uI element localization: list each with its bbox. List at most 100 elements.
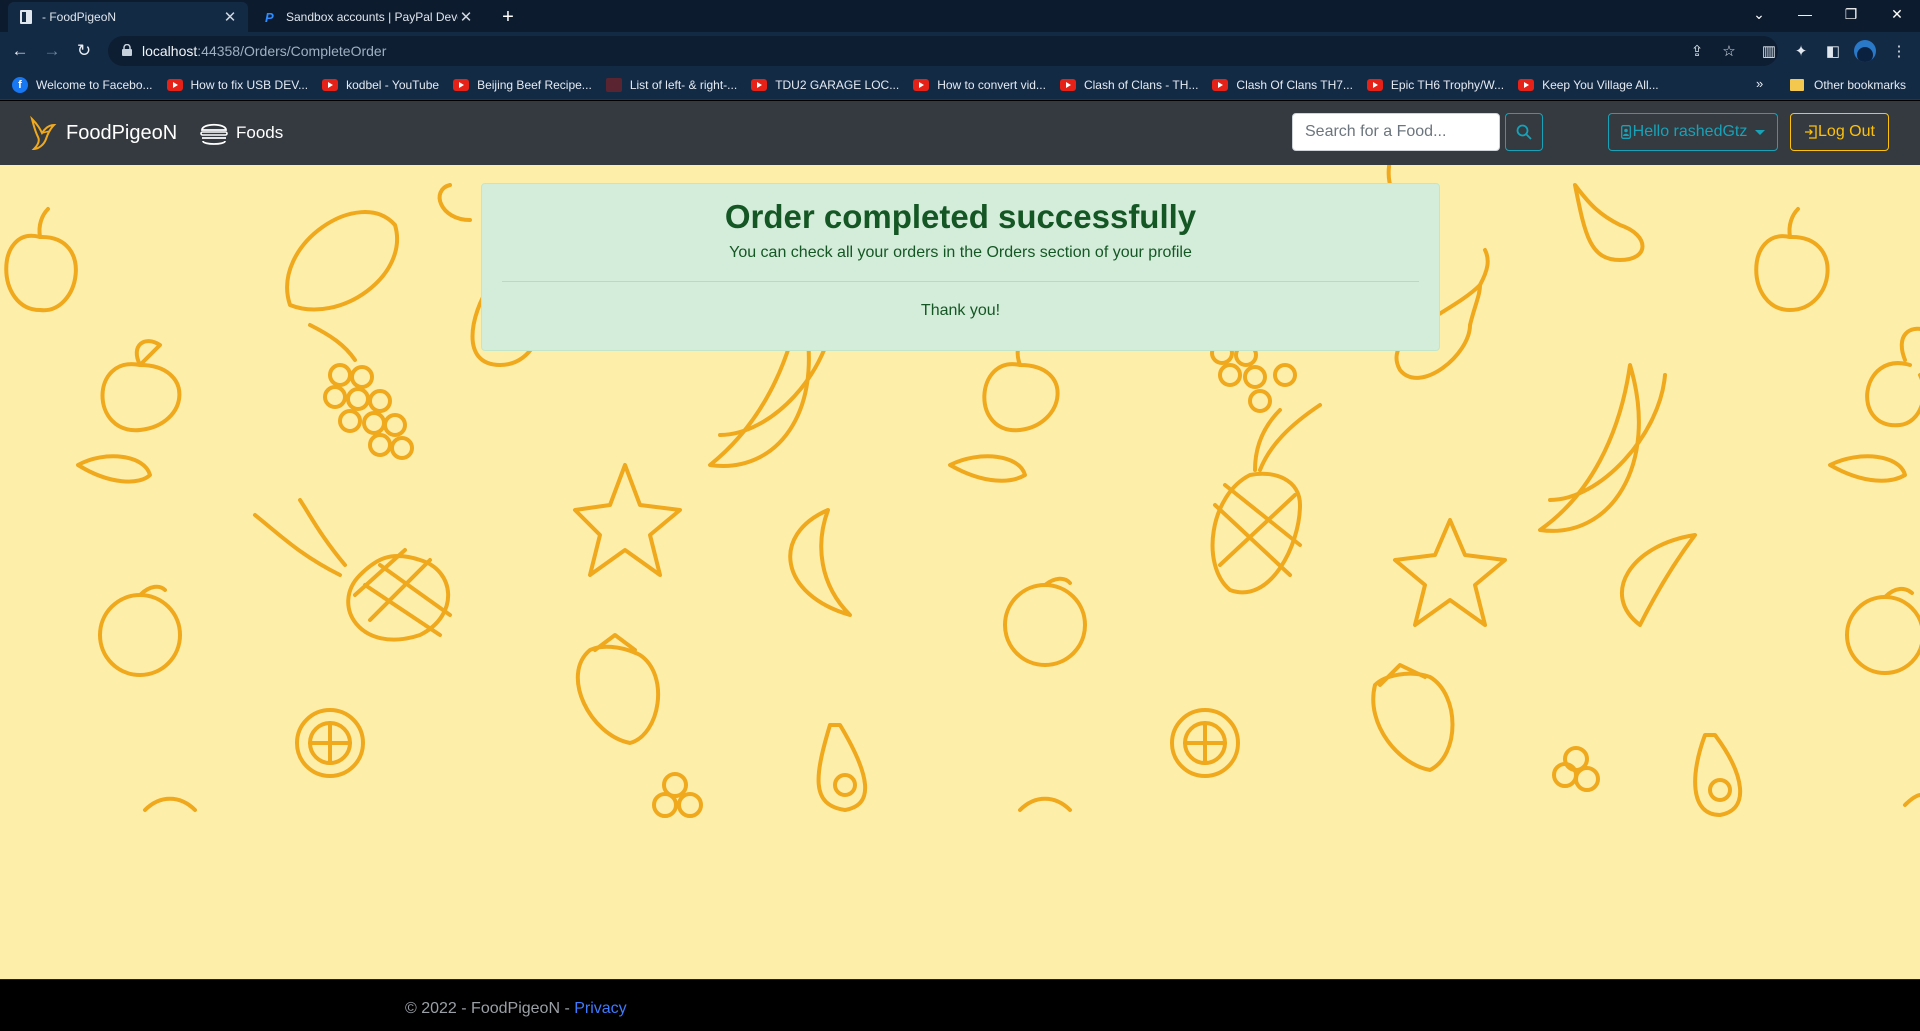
url-path: :44358/Orders/CompleteOrder <box>197 43 387 59</box>
forward-arrow-icon[interactable]: → <box>38 37 66 65</box>
facebook-icon: f <box>12 76 28 93</box>
orange-icon <box>98 584 182 677</box>
side-panel-icon[interactable]: ◧ <box>1822 41 1844 63</box>
divider <box>502 281 1419 282</box>
footer-text: © 2022 - FoodPigeoN - Privacy <box>405 1000 627 1018</box>
bookmark-item[interactable]: List of left- & right-... <box>605 77 738 92</box>
success-alert: Order completed successfully You can che… <box>481 183 1440 351</box>
address-bar[interactable]: localhost:44358/Orders/CompleteOrder <box>108 36 1778 66</box>
other-bookmarks-label: Other bookmarks <box>1814 78 1907 92</box>
url-host: localhost <box>142 43 198 59</box>
bookmark-item[interactable]: Clash of Clans - TH... <box>1059 78 1198 92</box>
bookmark-item[interactable]: Keep You Village All... <box>1518 78 1659 92</box>
game-icon <box>605 77 622 92</box>
lock-icon <box>122 43 132 59</box>
youtube-icon <box>751 78 768 91</box>
site-navbar: FoodPigeoN Foods Hello rashedGtz Log Out <box>0 101 1920 165</box>
orange-slice-icon <box>948 454 1027 483</box>
bookmark-label: List of left- & right-... <box>629 77 738 92</box>
star-icon[interactable]: ☆ <box>1718 41 1740 63</box>
brand-link[interactable]: FoodPigeoN <box>28 115 177 151</box>
bookmark-label: Keep You Village All... <box>1542 77 1659 92</box>
caret-down-icon <box>1755 129 1766 135</box>
bookmark-label: Welcome to Facebo... <box>36 77 153 92</box>
bookmark-label: Epic TH6 Trophy/W... <box>1390 77 1505 92</box>
privacy-link[interactable]: Privacy <box>574 1000 626 1017</box>
paypal-icon: P <box>262 9 278 25</box>
search-button[interactable] <box>1505 113 1543 151</box>
user-dropdown-button[interactable]: Hello rashedGtz <box>1608 113 1778 151</box>
main-content: Order completed successfully You can che… <box>0 165 1920 979</box>
bookmark-item[interactable]: TDU2 GARAGE LOC... <box>751 78 899 92</box>
peach-icon <box>100 339 182 433</box>
pear-icon <box>1573 183 1645 262</box>
bookmark-item[interactable]: How to convert vid... <box>913 78 1046 92</box>
orange-slice-icon <box>76 454 152 484</box>
pineapple-icon <box>253 498 452 642</box>
tab-title: Sandbox accounts | PayPal Devel <box>286 10 458 24</box>
bookmark-item[interactable]: kodbel - YouTube <box>322 78 439 92</box>
apple-icon <box>1754 207 1830 312</box>
nav-foods-link[interactable]: Foods <box>198 117 283 149</box>
apple-icon <box>4 207 78 313</box>
thank-you-text: Thank you! <box>920 302 1001 319</box>
strawberry-icon <box>1371 663 1455 772</box>
bookmark-item[interactable]: Epic TH6 Trophy/W... <box>1366 77 1505 92</box>
browser-tab-foodpigeon[interactable]: - FoodPigeoN ✕ <box>8 2 248 32</box>
bookmark-label: Clash Of Clans TH7... <box>1236 77 1353 92</box>
citrus-slice-icon <box>295 708 365 778</box>
search-input[interactable] <box>1292 113 1500 151</box>
back-arrow-icon[interactable]: ← <box>6 37 34 65</box>
berries-icon <box>1552 746 1600 792</box>
menu-dots-icon[interactable]: ⋮ <box>1888 41 1910 63</box>
avocado-icon <box>1693 733 1743 817</box>
youtube-icon <box>1059 78 1076 91</box>
melon-slice-icon <box>1620 533 1697 627</box>
pineapple-icon <box>1210 403 1322 595</box>
youtube-icon <box>322 78 339 91</box>
logout-label: Log Out <box>1818 123 1875 140</box>
orange-icon <box>1845 586 1920 675</box>
youtube-icon <box>913 78 930 91</box>
alert-title: Order completed successfully <box>724 198 1197 235</box>
folder-icon <box>1790 79 1804 91</box>
new-tab-button[interactable]: + <box>494 4 522 30</box>
youtube-icon <box>166 78 183 91</box>
logout-button[interactable]: Log Out <box>1790 113 1889 151</box>
minimize-button[interactable]: — <box>1782 0 1828 30</box>
tab-search-icon[interactable]: ⌄ <box>1736 0 1782 30</box>
nav-foods-label: Foods <box>236 123 284 142</box>
avatar[interactable] <box>1854 40 1876 62</box>
bookmark-item[interactable]: f Welcome to Facebo... <box>12 76 153 93</box>
bookmarks-overflow-button[interactable]: » <box>1756 76 1763 91</box>
browser-toolbar: ← → ↻ localhost:44358/Orders/CompleteOrd… <box>0 32 1920 70</box>
logout-icon <box>1805 125 1817 139</box>
bookmarks-bar: f Welcome to Facebo... How to fix USB DEV… <box>0 70 1920 100</box>
citrus-slice-icon <box>1170 708 1240 778</box>
lemon-icon <box>285 210 399 312</box>
berries-icon <box>652 772 703 818</box>
other-bookmarks[interactable]: Other bookmarks <box>1790 70 1906 100</box>
pigeon-logo-icon <box>30 115 57 151</box>
puzzle-icon[interactable]: ✦ <box>1790 41 1812 63</box>
user-badge-icon <box>1620 125 1631 139</box>
avocado-icon <box>816 723 868 812</box>
close-window-button[interactable]: ✕ <box>1874 0 1920 30</box>
bookmark-item[interactable]: Clash Of Clans TH7... <box>1212 77 1353 92</box>
bookmark-item[interactable]: How to fix USB DEV... <box>166 78 308 92</box>
bookmark-item[interactable]: Beijing Beef Recipe... <box>453 78 592 92</box>
browser-tab-bar: - FoodPigeoN ✕ P Sandbox accounts | PayP… <box>0 0 1920 32</box>
youtube-icon <box>1212 78 1229 91</box>
orange-slice-icon <box>1828 454 1907 483</box>
share-icon[interactable]: ⇪ <box>1686 41 1708 63</box>
extension-chart-icon[interactable]: ▥ <box>1758 41 1780 63</box>
starfruit-icon <box>573 463 682 577</box>
user-greeting: Hello rashedGtz <box>1632 123 1748 140</box>
search-icon <box>1516 124 1532 140</box>
close-tab-icon[interactable]: ✕ <box>222 8 238 26</box>
browser-tab-paypal[interactable]: P Sandbox accounts | PayPal Devel ✕ <box>252 2 484 32</box>
restore-button[interactable]: ❐ <box>1828 0 1874 30</box>
close-tab-icon[interactable]: ✕ <box>458 8 474 26</box>
reload-icon[interactable]: ↻ <box>70 37 98 65</box>
bookmark-label: TDU2 GARAGE LOC... <box>775 77 900 92</box>
